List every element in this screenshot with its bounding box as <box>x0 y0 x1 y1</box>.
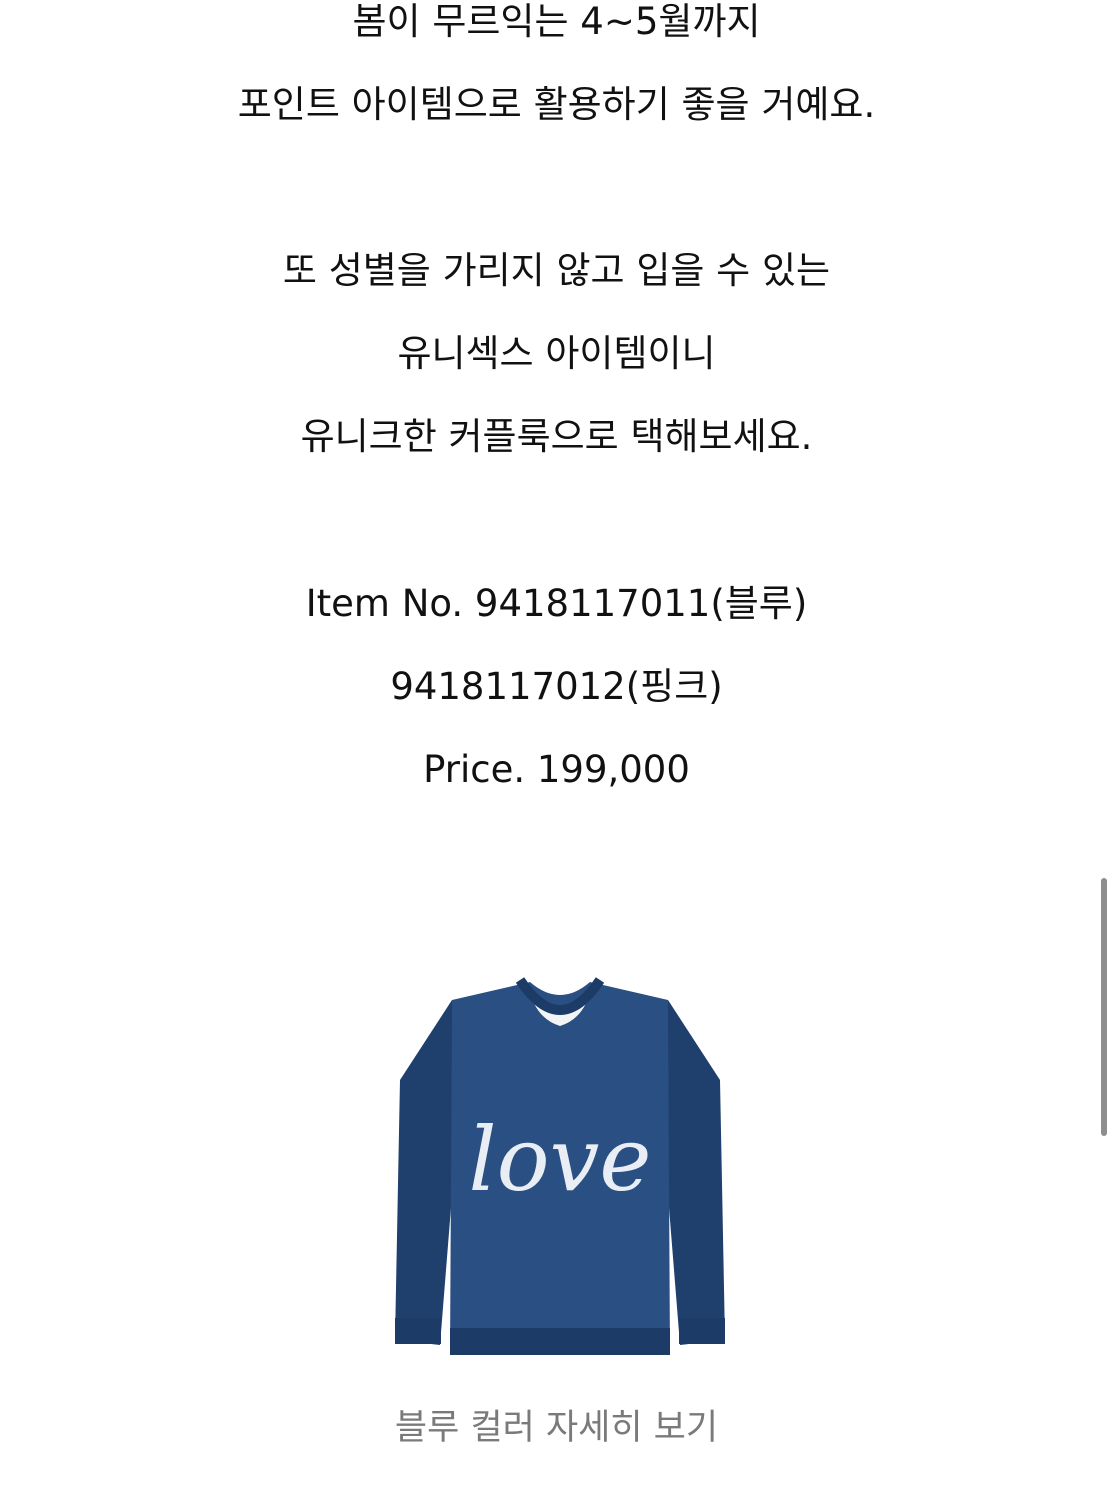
description-line-3: 또 성별을 가리지 않고 입을 수 있는 <box>282 249 831 292</box>
love-print: love <box>469 1108 652 1211</box>
sweater-illustration: love <box>395 977 725 1355</box>
item-number: Item No. 9418117011(블루) <box>305 582 808 625</box>
vertical-scrollbar[interactable] <box>1101 878 1107 1136</box>
blue-color-detail-link[interactable]: 블루 컬러 자세히 보기 <box>0 1406 1113 1450</box>
product-image[interactable]: love <box>380 960 740 1370</box>
description-line-4: 유니섹스 아이템이니 <box>397 332 716 375</box>
description-line-5: 유니크한 커플룩으로 택해보세요. <box>300 415 813 458</box>
description-line-2: 포인트 아이템으로 활용하기 좋을 거예요. <box>237 83 876 126</box>
item-number-pink: 9418117012(핑크) <box>390 665 723 708</box>
description-line-1: 봄이 무르익는 4~5월까지 <box>352 0 761 43</box>
price: Price. 199,000 <box>423 748 690 791</box>
